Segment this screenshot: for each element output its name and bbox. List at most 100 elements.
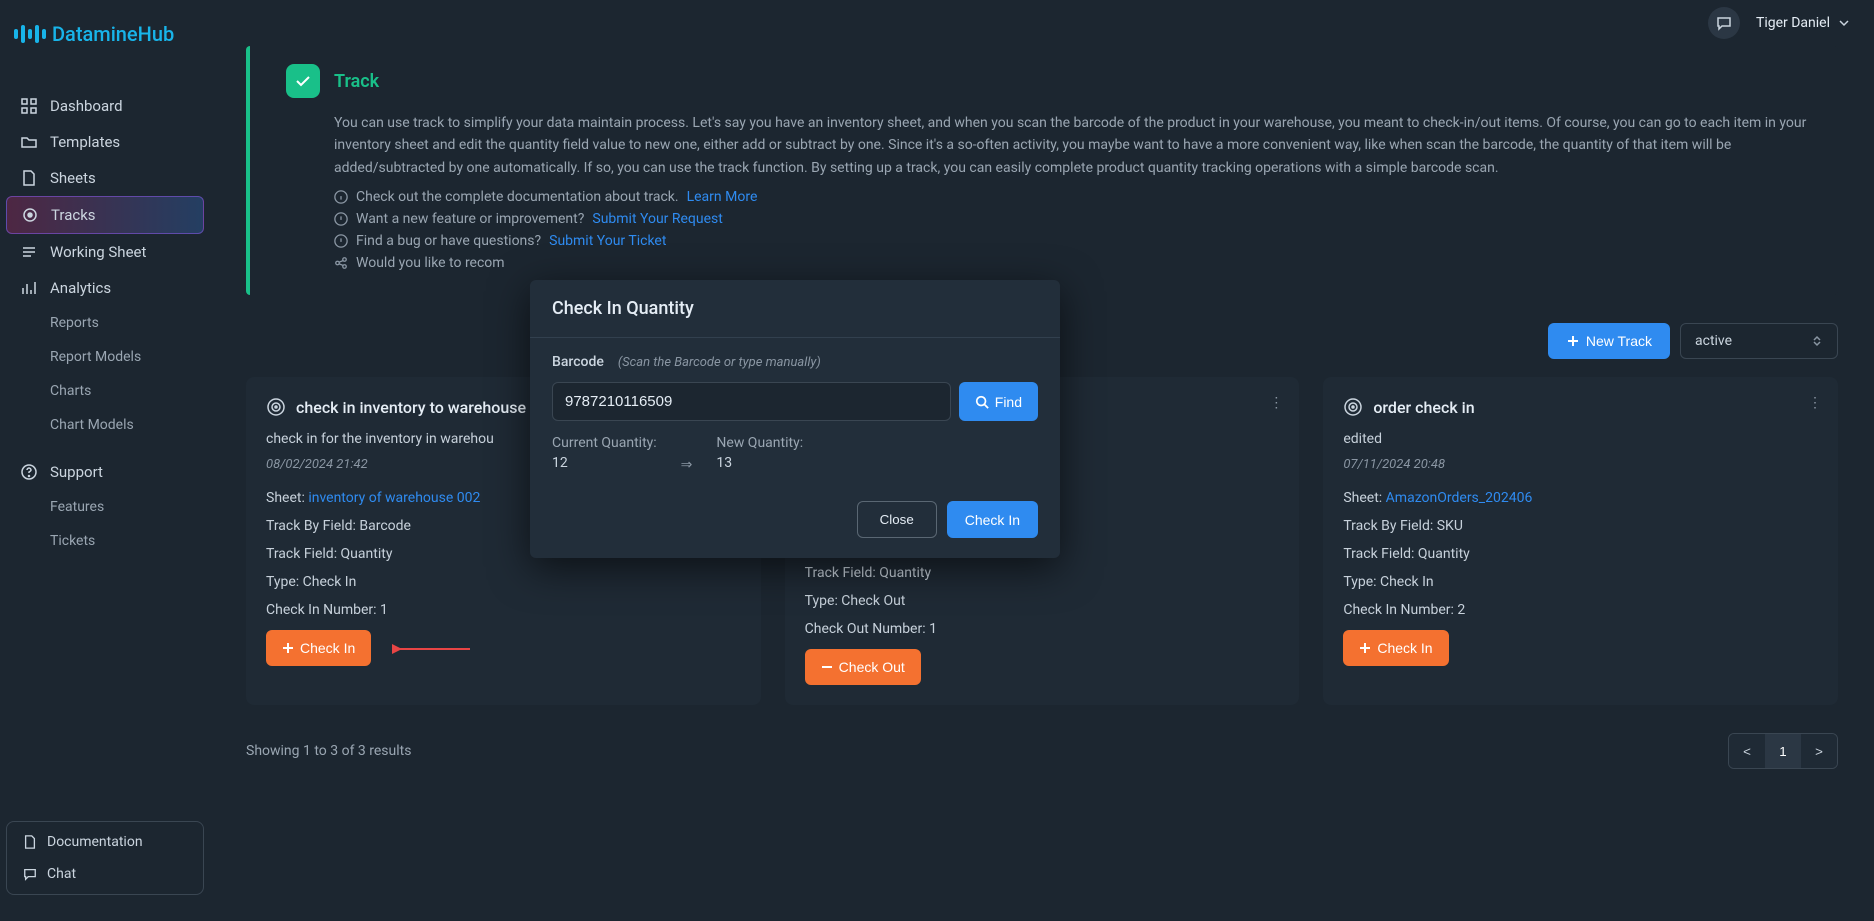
sidebar-item-label: Sheets [50,169,96,187]
logo[interactable]: DatamineHub [0,10,210,58]
card-title: check in inventory to warehouse [296,398,526,417]
plus-icon [1359,642,1371,654]
card-type: Type: Check In [266,574,741,590]
submit-ticket-link[interactable]: Submit Your Ticket [549,233,666,249]
info-card: Track You can use track to simplify your… [246,46,1838,295]
chevron-updown-icon [1811,335,1823,347]
sidebar-item-tracks[interactable]: Tracks [6,196,204,234]
sidebar-item-label: Dashboard [50,97,123,115]
sidebar-bottom-chat[interactable]: Chat [11,858,199,890]
check-icon [286,64,320,98]
pager-prev[interactable]: < [1729,734,1765,768]
sidebar-item-label: Templates [50,133,120,151]
sidebar-bottom-documentation[interactable]: Documentation [11,826,199,858]
submit-request-link[interactable]: Submit Your Request [592,211,722,227]
user-menu[interactable]: Tiger Daniel [1756,15,1850,31]
chat-icon [1716,15,1732,31]
chevron-down-icon [1838,17,1850,29]
pager-page[interactable]: 1 [1765,734,1801,768]
info-icon [334,234,348,248]
sidebar-item-support[interactable]: Support [6,454,204,490]
check-in-button[interactable]: Check In [1343,630,1448,666]
search-icon [975,395,989,409]
info-title: Track [334,71,379,92]
sidebar-item-analytics[interactable]: Analytics [6,270,204,306]
info-bug-text: Find a bug or have questions? [356,233,541,249]
barcode-input[interactable] [552,382,951,421]
new-track-button[interactable]: New Track [1548,323,1670,359]
sidebar-item-label: Support [50,463,103,481]
card-number: Check In Number: 1 [266,602,741,618]
help-icon [20,463,38,481]
check-in-button[interactable]: Check In [266,630,371,666]
topbar: Tiger Daniel [210,0,1874,46]
sidebar-item-sheets[interactable]: Sheets [6,160,204,196]
list-icon [20,243,38,261]
logo-text: DatamineHub [52,22,174,46]
info-doc-text: Check out the complete documentation abo… [356,189,679,205]
sheet-link[interactable]: AmazonOrders_202406 [1386,490,1533,506]
check-out-button[interactable]: Check Out [805,649,921,685]
sidebar-item-label: Analytics [50,279,111,297]
chat-button[interactable] [1708,7,1740,39]
sidebar-item-templates[interactable]: Templates [6,124,204,160]
plus-icon [1566,334,1580,348]
card-number: Check Out Number: 1 [805,621,1280,637]
document-icon [20,169,38,187]
close-button[interactable]: Close [857,501,937,538]
info-body: You can use track to simplify your data … [286,112,1810,179]
target-icon [266,397,286,417]
card-track-field: Track Field: Quantity [805,565,1280,581]
sidebar-sub-report-models[interactable]: Report Models [6,340,204,374]
sidebar-sub-reports[interactable]: Reports [6,306,204,340]
modal-title: Check In Quantity [552,298,1038,319]
share-icon [334,256,348,270]
status-select[interactable]: active [1680,323,1838,359]
info-icon [334,190,348,204]
info-feature-text: Want a new feature or improvement? [356,211,584,227]
card-menu-button[interactable]: ⋮ [1269,395,1283,411]
target-icon [21,206,39,224]
pager-next[interactable]: > [1801,734,1837,768]
card-type: Type: Check Out [805,593,1280,609]
learn-more-link[interactable]: Learn More [687,189,758,205]
sidebar-sub-chart-models[interactable]: Chart Models [6,408,204,442]
card-type: Type: Check In [1343,574,1818,590]
grid-icon [20,97,38,115]
card-number: Check In Number: 2 [1343,602,1818,618]
chart-icon [20,279,38,297]
card-desc: edited [1343,431,1818,447]
card-track-by: Track By Field: SKU [1343,518,1818,534]
track-card: ⋮ order check in edited 07/11/2024 20:48… [1323,377,1838,705]
target-icon [1343,397,1363,417]
barcode-hint: (Scan the Barcode or type manually) [618,355,821,370]
results-text: Showing 1 to 3 of 3 results [246,743,411,759]
sidebar-sub-charts[interactable]: Charts [6,374,204,408]
card-date: 07/11/2024 20:48 [1343,457,1818,472]
sidebar-item-working-sheet[interactable]: Working Sheet [6,234,204,270]
folder-icon [20,133,38,151]
document-icon [23,835,37,849]
plus-icon [282,642,294,654]
sidebar-item-label: Working Sheet [50,243,146,261]
current-qty-value: 12 [552,455,657,471]
modal-check-in-button[interactable]: Check In [947,501,1038,538]
sidebar-sub-tickets[interactable]: Tickets [6,524,204,558]
sidebar-sub-features[interactable]: Features [6,490,204,524]
user-name: Tiger Daniel [1756,15,1830,31]
logo-icon [14,25,46,43]
sidebar: DatamineHub Dashboard Templates Sheets T… [0,0,210,921]
new-qty-label: New Quantity: [716,435,803,451]
sheet-link[interactable]: inventory of warehouse 002 [308,490,480,506]
find-button[interactable]: Find [959,382,1038,421]
barcode-label: Barcode [552,354,604,370]
card-menu-button[interactable]: ⋮ [1808,395,1822,411]
card-title: order check in [1373,398,1474,417]
current-qty-label: Current Quantity: [552,435,657,451]
check-in-modal: Check In Quantity Barcode (Scan the Barc… [530,280,1060,558]
sidebar-item-dashboard[interactable]: Dashboard [6,88,204,124]
pagination: < 1 > [1728,733,1838,769]
minus-icon [821,661,833,673]
sidebar-item-label: Tracks [51,206,96,224]
card-track-field: Track Field: Quantity [1343,546,1818,562]
